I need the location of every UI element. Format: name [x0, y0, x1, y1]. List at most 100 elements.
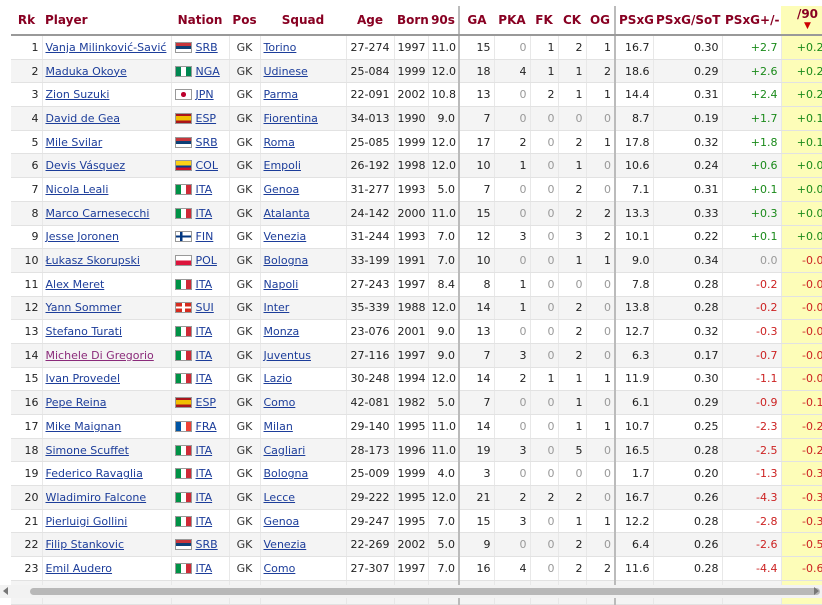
nation-link[interactable]: NGA — [196, 65, 220, 78]
scroll-left-icon[interactable] — [3, 587, 8, 595]
player-link[interactable]: Pepe Reina — [46, 396, 107, 409]
player-link[interactable]: Emil Audero — [46, 562, 113, 575]
ck-cell: 2 — [558, 201, 587, 226]
squad-link[interactable]: Venezia — [264, 538, 307, 551]
squad-link[interactable]: Lazio — [264, 372, 292, 385]
squad-link[interactable]: Inter — [264, 301, 290, 314]
player-link[interactable]: Alex Meret — [46, 278, 105, 291]
player-link[interactable]: Wladimiro Falcone — [46, 491, 147, 504]
nation-link[interactable]: SRB — [196, 136, 218, 149]
squad-link[interactable]: Bologna — [264, 467, 309, 480]
col-header-og[interactable]: OG — [586, 6, 615, 36]
squad-link[interactable]: Lecce — [264, 491, 296, 504]
squad-link[interactable]: Como — [264, 562, 296, 575]
squad-link[interactable]: Bologna — [264, 254, 309, 267]
col-header-squad[interactable]: Squad — [260, 6, 346, 36]
squad-link[interactable]: Parma — [264, 88, 299, 101]
player-link[interactable]: Devis Vásquez — [46, 159, 126, 172]
player-link[interactable]: Yann Sommer — [46, 301, 122, 314]
nation-link[interactable]: ITA — [196, 325, 213, 338]
squad-link[interactable]: Fiorentina — [264, 112, 318, 125]
player-link[interactable]: Stefano Turati — [46, 325, 123, 338]
fk-cell: 2 — [530, 485, 559, 510]
scrollbar-thumb[interactable] — [30, 588, 820, 595]
player-link[interactable]: Jesse Joronen — [46, 230, 119, 243]
player-link[interactable]: Mile Svilar — [46, 136, 103, 149]
nation-link[interactable]: FRA — [196, 420, 217, 433]
squad-link[interactable]: Juventus — [264, 349, 311, 362]
flag-colombia-icon — [174, 160, 192, 172]
squad-link[interactable]: Empoli — [264, 159, 302, 172]
nation-link[interactable]: ESP — [196, 396, 217, 409]
nation-link[interactable]: FIN — [196, 230, 214, 243]
player-link[interactable]: Federico Ravaglia — [46, 467, 143, 480]
player-link[interactable]: Nicola Leali — [46, 183, 109, 196]
nation-link[interactable]: ITA — [196, 444, 213, 457]
nation-link[interactable]: ITA — [196, 278, 213, 291]
nation-link[interactable]: COL — [196, 159, 218, 172]
per90-cell: +0.15 — [781, 130, 822, 155]
player-link[interactable]: Filip Stankovic — [46, 538, 125, 551]
nation-link[interactable]: ITA — [196, 349, 213, 362]
psxg-sot-cell: 0.26 — [653, 532, 723, 558]
nation-link[interactable]: SRB — [196, 41, 218, 54]
squad-link[interactable]: Atalanta — [264, 207, 310, 220]
scroll-right-icon[interactable] — [814, 587, 819, 595]
player-link[interactable]: Pierluigi Gollini — [46, 515, 128, 528]
nation-link[interactable]: ITA — [196, 372, 213, 385]
squad-link[interactable]: Napoli — [264, 278, 299, 291]
nation-link[interactable]: ITA — [196, 207, 213, 220]
player-link[interactable]: Zion Suzuki — [46, 88, 110, 101]
player-link[interactable]: Marco Carnesecchi — [46, 207, 150, 220]
col-header-psxg[interactable]: PSxG — [614, 6, 653, 36]
player-link[interactable]: David de Gea — [46, 112, 121, 125]
nation-link[interactable]: JPN — [196, 88, 214, 101]
player-link[interactable]: Vanja Milinković-Savić — [46, 41, 167, 54]
nation-link[interactable]: POL — [196, 254, 217, 267]
col-header-fk[interactable]: FK — [530, 6, 558, 36]
squad-link[interactable]: Milan — [264, 420, 293, 433]
player-link[interactable]: Michele Di Gregorio — [46, 349, 154, 362]
player-link[interactable]: Ivan Provedel — [46, 372, 121, 385]
squad-link[interactable]: Monza — [264, 325, 300, 338]
squad-link[interactable]: Venezia — [264, 230, 307, 243]
nation-link[interactable]: SRB — [196, 538, 218, 551]
col-header-psxg-pm[interactable]: PSxG+/- — [722, 6, 781, 36]
squad-link[interactable]: Torino — [264, 41, 297, 54]
nation-link[interactable]: ITA — [196, 491, 213, 504]
col-header-born[interactable]: Born — [394, 6, 428, 36]
squad-link[interactable]: Roma — [264, 136, 295, 149]
squad-link[interactable]: Genoa — [264, 515, 300, 528]
per90-cell: -0.08 — [781, 343, 822, 368]
nation-link[interactable]: ITA — [196, 562, 213, 575]
nation-link[interactable]: ITA — [196, 183, 213, 196]
player-link[interactable]: Maduka Okoye — [46, 65, 127, 78]
table-row: 17 Mike Maignan FRA GK Milan 29-140 1995 11.0 14… — [11, 414, 822, 439]
col-header-rk[interactable]: Rk — [11, 6, 42, 36]
col-header-per90[interactable]: /90 ▼ — [781, 6, 822, 36]
horizontal-scrollbar[interactable] — [0, 585, 822, 598]
og-cell: 0 — [586, 461, 616, 487]
col-header-ga[interactable]: GA — [458, 6, 494, 36]
squad-link[interactable]: Como — [264, 396, 296, 409]
player-link[interactable]: Mike Maignan — [46, 420, 122, 433]
col-header-90s[interactable]: 90s — [428, 6, 459, 36]
col-header-pka[interactable]: PKA — [494, 6, 530, 36]
pka-cell: 4 — [494, 59, 531, 84]
nation-link[interactable]: SUI — [196, 301, 214, 314]
nation-link[interactable]: ITA — [196, 515, 213, 528]
nation-link[interactable]: ESP — [196, 112, 217, 125]
squad-link[interactable]: Udinese — [264, 65, 308, 78]
born-cell: 1993 — [394, 225, 429, 250]
col-header-pos[interactable]: Pos — [229, 6, 260, 36]
col-header-ck[interactable]: CK — [558, 6, 586, 36]
squad-link[interactable]: Genoa — [264, 183, 300, 196]
squad-link[interactable]: Cagliari — [264, 444, 306, 457]
player-link[interactable]: Simone Scuffet — [46, 444, 129, 457]
col-header-psxg-sot[interactable]: PSxG/SoT — [653, 6, 722, 36]
col-header-player[interactable]: Player — [42, 6, 171, 36]
col-header-age[interactable]: Age — [346, 6, 394, 36]
player-link[interactable]: Łukasz Skorupski — [46, 254, 140, 267]
nation-link[interactable]: ITA — [196, 467, 213, 480]
col-header-nation[interactable]: Nation — [171, 6, 229, 36]
